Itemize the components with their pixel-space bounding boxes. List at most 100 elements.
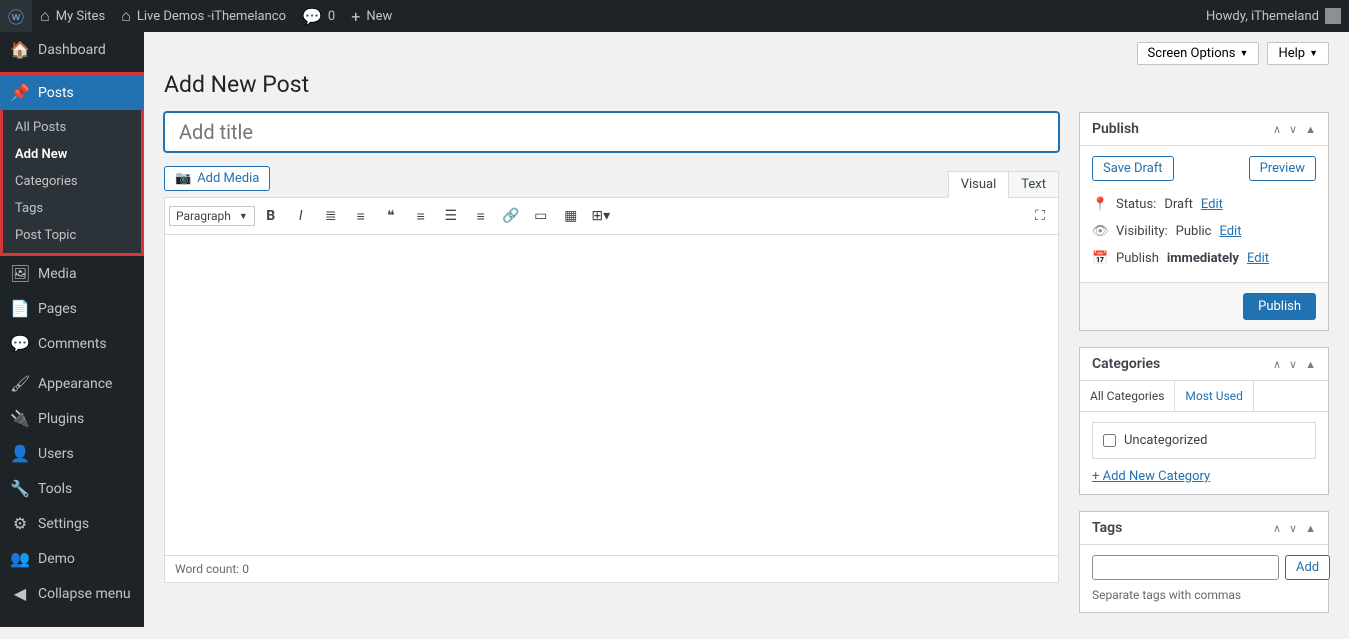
settings-icon: ⚙ bbox=[10, 514, 30, 533]
sidebar-item-tools[interactable]: 🔧Tools bbox=[0, 471, 144, 506]
screen-options-button[interactable]: Screen Options▼ bbox=[1137, 42, 1260, 65]
chevron-down-icon: ▼ bbox=[239, 211, 248, 222]
help-button[interactable]: Help▼ bbox=[1267, 42, 1329, 65]
dashboard-label: Dashboard bbox=[38, 42, 106, 58]
move-down-icon[interactable]: ∨ bbox=[1289, 123, 1297, 136]
sidebar-item-users[interactable]: 👤Users bbox=[0, 436, 144, 471]
collapse-icon: ◀ bbox=[10, 584, 30, 603]
move-up-icon[interactable]: ∧ bbox=[1273, 123, 1281, 136]
comments-link[interactable]: 💬0 bbox=[294, 0, 343, 32]
tag-note: Separate tags with commas bbox=[1092, 588, 1316, 602]
preview-button[interactable]: Preview bbox=[1249, 156, 1316, 181]
user-icon: 👤 bbox=[10, 444, 30, 463]
bullet-list-button[interactable]: ≣ bbox=[317, 202, 345, 230]
toolbar-toggle-button[interactable]: ▦ bbox=[557, 202, 585, 230]
tab-most-used[interactable]: Most Used bbox=[1175, 381, 1254, 411]
sidebar-item-demo[interactable]: 👥Demo bbox=[0, 541, 144, 576]
publish-button[interactable]: Publish bbox=[1243, 293, 1316, 320]
add-tag-button[interactable]: Add bbox=[1285, 555, 1330, 580]
tag-input[interactable] bbox=[1092, 555, 1279, 580]
italic-button[interactable]: I bbox=[287, 202, 315, 230]
sidebar-item-dashboard[interactable]: 🏠Dashboard bbox=[0, 32, 144, 67]
camera-icon: 📷 bbox=[175, 171, 191, 186]
edit-visibility-link[interactable]: Edit bbox=[1219, 224, 1241, 239]
admin-bar: ⓦ ⌂My Sites ⌂Live Demos -iThemelanco 💬0 … bbox=[0, 0, 1349, 32]
tab-all-categories[interactable]: All Categories bbox=[1080, 381, 1175, 411]
edit-status-link[interactable]: Edit bbox=[1201, 197, 1223, 212]
new-label: New bbox=[366, 9, 392, 24]
new-link[interactable]: + New bbox=[343, 0, 400, 32]
tab-visual[interactable]: Visual bbox=[948, 171, 1010, 198]
sidebar-item-comments[interactable]: 💬Comments bbox=[0, 326, 144, 361]
plug-icon: 🔌 bbox=[10, 409, 30, 428]
publish-heading: Publish bbox=[1092, 121, 1139, 137]
move-down-icon[interactable]: ∨ bbox=[1289, 358, 1297, 371]
sidebar-item-appearance[interactable]: 🖌 Appearance bbox=[0, 366, 144, 401]
submenu-categories[interactable]: Categories bbox=[3, 168, 141, 195]
numbered-list-button[interactable]: ≡ bbox=[347, 202, 375, 230]
editor: Paragraph▼ B I ≣ ≡ ❝ ≡ ☰ ≡ 🔗 ▭ ▦ ⊞▾ ⛶ bbox=[164, 197, 1059, 583]
align-left-button[interactable]: ≡ bbox=[407, 202, 435, 230]
media-label: Media bbox=[38, 266, 77, 282]
toggle-icon[interactable]: ▲ bbox=[1305, 522, 1316, 535]
quote-button[interactable]: ❝ bbox=[377, 202, 405, 230]
chevron-down-icon: ▼ bbox=[1240, 48, 1249, 59]
save-draft-button[interactable]: Save Draft bbox=[1092, 156, 1174, 181]
submenu-all-posts[interactable]: All Posts bbox=[3, 114, 141, 141]
comments-count: 0 bbox=[328, 9, 335, 24]
submenu-tags[interactable]: Tags bbox=[3, 195, 141, 222]
category-item[interactable]: Uncategorized bbox=[1103, 433, 1305, 448]
main-content: Screen Options▼ Help▼ Add New Post 📷Add … bbox=[144, 32, 1349, 639]
toggle-icon[interactable]: ▲ bbox=[1305, 358, 1316, 371]
howdy-label: Howdy, iThemeland bbox=[1206, 9, 1319, 24]
sidebar-item-media[interactable]: 🖼 Media bbox=[0, 256, 144, 291]
fullscreen-button[interactable]: ⛶ bbox=[1026, 202, 1054, 230]
post-title-input[interactable] bbox=[164, 112, 1059, 152]
brush-icon: 🖌 bbox=[10, 374, 30, 393]
avatar bbox=[1325, 8, 1341, 24]
edit-schedule-link[interactable]: Edit bbox=[1247, 251, 1269, 266]
submenu-post-topic[interactable]: Post Topic bbox=[3, 222, 141, 249]
submenu-add-new[interactable]: Add New bbox=[3, 141, 141, 168]
add-media-button[interactable]: 📷Add Media bbox=[164, 166, 270, 191]
move-up-icon[interactable]: ∧ bbox=[1273, 358, 1281, 371]
add-new-category-link[interactable]: + Add New Category bbox=[1092, 469, 1210, 484]
category-checkbox[interactable] bbox=[1103, 434, 1116, 447]
sidebar-item-settings[interactable]: ⚙ Settings bbox=[0, 506, 144, 541]
sidebar-item-posts[interactable]: 📌 Posts bbox=[0, 75, 144, 110]
media-icon: 🖼 bbox=[10, 264, 30, 283]
plus-icon: + bbox=[351, 7, 360, 26]
bold-button[interactable]: B bbox=[257, 202, 285, 230]
wp-logo[interactable]: ⓦ bbox=[0, 0, 32, 32]
site-name-label: Live Demos -iThemelanco bbox=[137, 9, 286, 24]
pages-label: Pages bbox=[38, 301, 77, 317]
comment-icon: 💬 bbox=[302, 7, 322, 26]
wrench-icon: 🔧 bbox=[10, 479, 30, 498]
tab-text[interactable]: Text bbox=[1008, 171, 1059, 198]
account-link[interactable]: Howdy, iThemeland bbox=[1198, 0, 1349, 32]
posts-label: Posts bbox=[38, 85, 74, 101]
my-sites-link[interactable]: ⌂My Sites bbox=[32, 0, 113, 32]
appearance-label: Appearance bbox=[38, 376, 112, 392]
key-icon: 📍 bbox=[1092, 197, 1108, 212]
format-select[interactable]: Paragraph▼ bbox=[169, 206, 255, 226]
move-down-icon[interactable]: ∨ bbox=[1289, 522, 1297, 535]
readmore-button[interactable]: ▭ bbox=[527, 202, 555, 230]
align-center-button[interactable]: ☰ bbox=[437, 202, 465, 230]
sidebar-item-pages[interactable]: 📄Pages bbox=[0, 291, 144, 326]
pin-icon: 📌 bbox=[10, 83, 30, 102]
categories-heading: Categories bbox=[1092, 356, 1160, 372]
move-up-icon[interactable]: ∧ bbox=[1273, 522, 1281, 535]
align-right-button[interactable]: ≡ bbox=[467, 202, 495, 230]
comments-label: Comments bbox=[38, 336, 107, 352]
toggle-icon[interactable]: ▲ bbox=[1305, 123, 1316, 136]
link-button[interactable]: 🔗 bbox=[497, 202, 525, 230]
table-button[interactable]: ⊞▾ bbox=[587, 202, 615, 230]
demo-icon: 👥 bbox=[10, 549, 30, 568]
settings-label: Settings bbox=[38, 516, 89, 532]
sidebar-item-plugins[interactable]: 🔌Plugins bbox=[0, 401, 144, 436]
collapse-menu[interactable]: ◀Collapse menu bbox=[0, 576, 144, 611]
editor-body[interactable] bbox=[165, 235, 1058, 555]
editor-toolbar: Paragraph▼ B I ≣ ≡ ❝ ≡ ☰ ≡ 🔗 ▭ ▦ ⊞▾ ⛶ bbox=[165, 198, 1058, 235]
site-link[interactable]: ⌂Live Demos -iThemelanco bbox=[113, 0, 294, 32]
